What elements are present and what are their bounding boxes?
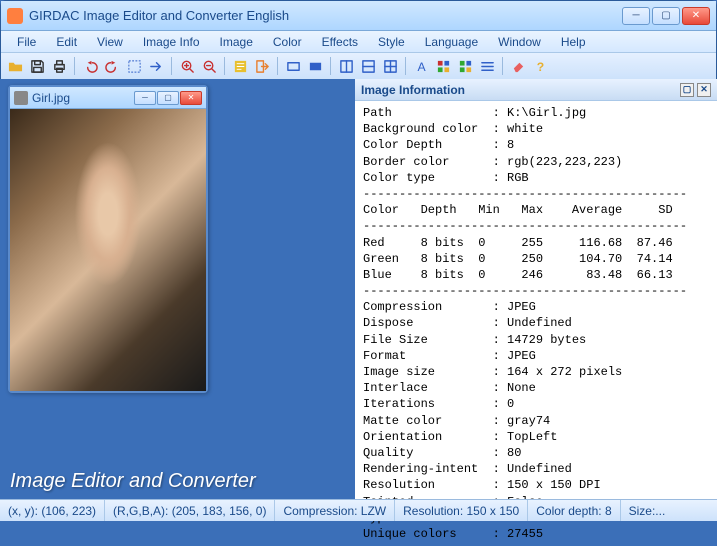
lines-icon[interactable] [477,56,497,76]
info-panel-header[interactable]: Image Information ▢ ✕ [355,79,717,101]
image-window-titlebar[interactable]: Girl.jpg ─ ▢ ✕ [10,87,206,109]
menu-help[interactable]: Help [551,33,596,51]
child-maximize-button[interactable]: ▢ [157,91,179,105]
child-close-button[interactable]: ✕ [180,91,202,105]
erase-icon[interactable] [508,56,528,76]
arrow-right-icon[interactable] [146,56,166,76]
status-size: Size:... [621,500,674,521]
image-window-title: Girl.jpg [32,91,134,105]
open-icon[interactable] [5,56,25,76]
menu-effects[interactable]: Effects [312,33,368,51]
image-window[interactable]: Girl.jpg ─ ▢ ✕ [8,85,208,393]
status-depth: Color depth: 8 [528,500,620,521]
window-controls: ─ ▢ ✕ [622,7,710,25]
toolbar-separator [224,57,225,75]
redo-icon[interactable] [102,56,122,76]
panel-maximize-button[interactable]: ▢ [680,83,694,97]
undo-icon[interactable] [80,56,100,76]
menu-style[interactable]: Style [368,33,415,51]
image-canvas[interactable] [10,109,206,391]
menu-language[interactable]: Language [415,33,488,51]
toolbar-separator [330,57,331,75]
info-panel-body: Path : K:\Girl.jpg Background color : wh… [355,101,717,546]
menu-image-info[interactable]: Image Info [133,33,210,51]
info-panel-title: Image Information [361,83,677,97]
close-button[interactable]: ✕ [682,7,710,25]
palette2-icon[interactable] [455,56,475,76]
menu-color[interactable]: Color [263,33,312,51]
status-rgba: (R,G,B,A): (205, 183, 156, 0) [105,500,275,521]
split-v-icon[interactable] [336,56,356,76]
window-title: GIRDAC Image Editor and Converter Englis… [29,8,622,23]
svg-text:?: ? [536,60,543,74]
select-icon[interactable] [124,56,144,76]
help-icon[interactable]: ? [530,56,550,76]
palette1-icon[interactable] [433,56,453,76]
statusbar: (x, y): (106, 223) (R,G,B,A): (205, 183,… [0,499,717,521]
child-minimize-button[interactable]: ─ [134,91,156,105]
menu-file[interactable]: File [7,33,46,51]
note-icon[interactable] [230,56,250,76]
exit-icon[interactable] [252,56,272,76]
rect-icon[interactable] [283,56,303,76]
text-icon[interactable]: A [411,56,431,76]
status-coords: (x, y): (106, 223) [0,500,105,521]
toolbar-separator [277,57,278,75]
status-compression: Compression: LZW [275,500,395,521]
toolbar-separator [171,57,172,75]
minimize-button[interactable]: ─ [622,7,650,25]
toolbar-separator [405,57,406,75]
workspace: Girl.jpg ─ ▢ ✕ Image Editor and Converte… [0,79,717,499]
toolbar: A? [1,53,716,80]
fill-icon[interactable] [305,56,325,76]
menu-window[interactable]: Window [488,33,551,51]
titlebar: GIRDAC Image Editor and Converter Englis… [1,1,716,31]
print-icon[interactable] [49,56,69,76]
status-resolution: Resolution: 150 x 150 [395,500,528,521]
brand-watermark: Image Editor and Converter [10,470,256,493]
toolbar-separator [502,57,503,75]
app-icon [7,8,23,24]
zoom-out-icon[interactable] [199,56,219,76]
menu-edit[interactable]: Edit [46,33,87,51]
menubar: FileEditViewImage InfoImageColorEffectsS… [1,31,716,53]
save-icon[interactable] [27,56,47,76]
toolbar-separator [74,57,75,75]
menu-view[interactable]: View [87,33,133,51]
panel-close-button[interactable]: ✕ [697,83,711,97]
svg-text:A: A [417,60,426,74]
image-file-icon [14,91,28,105]
grid-icon[interactable] [380,56,400,76]
menu-image[interactable]: Image [210,33,263,51]
info-panel: Image Information ▢ ✕ Path : K:\Girl.jpg… [355,79,717,499]
maximize-button[interactable]: ▢ [652,7,680,25]
zoom-in-icon[interactable] [177,56,197,76]
split-h-icon[interactable] [358,56,378,76]
